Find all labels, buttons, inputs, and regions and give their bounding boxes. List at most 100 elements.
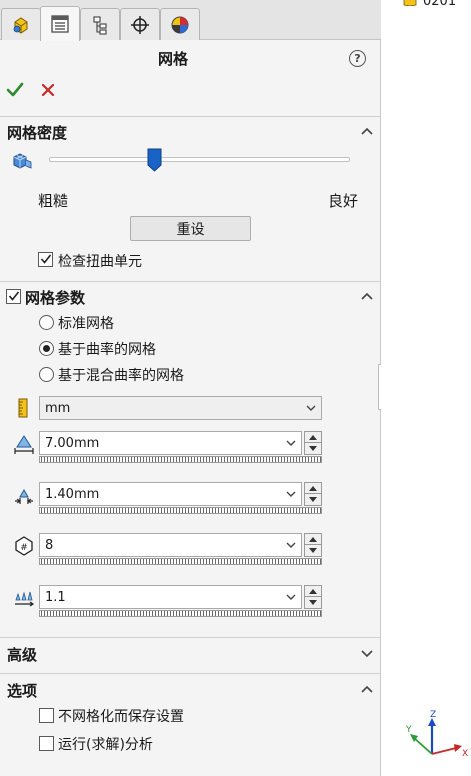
radio-standard-mesh[interactable] (39, 315, 54, 330)
mesh-property-manager: 网格 ? 网格密度 粗糙 良好 重设 检查扭曲单元 网格参数 标准网格 基于曲率… (0, 0, 381, 776)
growth-ratio-thumbwheel[interactable] (39, 610, 322, 617)
feature-manager-icon (13, 16, 28, 34)
min-element-size-icon (15, 488, 33, 504)
ok-check-icon[interactable] (6, 81, 24, 99)
chevron-down-icon (286, 440, 296, 446)
triad-y-label: Y (405, 725, 412, 735)
check-distorted-elements-label: 检查扭曲单元 (58, 254, 142, 270)
min-elements-circle-thumbwheel[interactable] (39, 558, 322, 565)
arrow-down-icon (309, 548, 317, 553)
radio-curvature-based-mesh[interactable] (39, 341, 54, 356)
min-element-size-value: 1.40mm (45, 486, 100, 502)
mesh-density-slider-thumb[interactable] (147, 148, 162, 172)
growth-ratio-value: 1.1 (45, 589, 66, 605)
chevron-down-icon[interactable] (360, 648, 374, 658)
arrow-up-icon (309, 588, 317, 594)
crosshair-icon (131, 15, 149, 34)
tab-feature-manager[interactable] (1, 8, 41, 40)
checkmark-icon (8, 291, 20, 301)
growth-ratio-input[interactable]: 1.1 (39, 585, 302, 609)
arrow-down-icon (309, 600, 317, 605)
panel-tab-strip (0, 0, 381, 41)
arrow-down-icon (309, 497, 317, 502)
min-element-size-thumbwheel[interactable] (39, 507, 322, 514)
ruler-icon (18, 398, 28, 418)
tab-dimxpert-manager[interactable] (120, 8, 160, 40)
arrow-up-icon (309, 536, 317, 542)
radio-blended-curvature-mesh[interactable] (39, 367, 54, 382)
reset-button[interactable]: 重设 (130, 216, 251, 241)
chevron-up-icon[interactable] (360, 291, 374, 301)
svg-text:#: # (20, 543, 28, 553)
spinner-down-button[interactable] (305, 494, 321, 505)
min-elements-circle-value: 8 (45, 537, 54, 553)
spinner-down-button[interactable] (305, 597, 321, 608)
help-icon[interactable]: ? (349, 50, 366, 67)
configuration-manager-icon (93, 15, 107, 35)
mesh-parameters-checkbox[interactable] (6, 289, 21, 304)
section-divider (0, 281, 381, 282)
feature-tree-item-label[interactable]: 0201 (423, 0, 456, 9)
unit-select[interactable]: mm (39, 396, 322, 420)
max-element-size-spinner[interactable] (304, 431, 322, 455)
section-title-mesh-parameters: 网格参数 (25, 289, 86, 307)
tab-configuration-manager[interactable] (80, 8, 120, 40)
spinner-up-button[interactable] (305, 483, 321, 494)
chevron-down-icon (286, 594, 296, 600)
page-title: 网格 (157, 50, 188, 68)
property-manager-icon (51, 15, 69, 33)
save-settings-without-meshing-label: 不网格化而保存设置 (58, 709, 184, 725)
min-elements-circle-input[interactable]: 8 (39, 533, 302, 557)
coordinate-triad-icon: Z Y X (405, 710, 468, 759)
section-divider (0, 673, 381, 674)
arrow-up-icon (309, 485, 317, 491)
display-manager-icon (171, 16, 189, 33)
save-settings-without-meshing-checkbox[interactable] (39, 708, 54, 723)
section-title-mesh-density: 网格密度 (7, 124, 68, 142)
tab-property-manager[interactable] (40, 6, 80, 41)
arrow-down-icon (309, 446, 317, 451)
growth-ratio-icon (15, 591, 35, 607)
unit-select-value: mm (45, 400, 71, 416)
spinner-up-button[interactable] (305, 586, 321, 597)
arrow-up-icon (309, 434, 317, 440)
chevron-up-icon[interactable] (360, 126, 374, 136)
max-element-size-value: 7.00mm (45, 435, 100, 451)
mesh-density-slider-track[interactable] (49, 157, 350, 162)
triad-z-label: Z (430, 710, 436, 720)
spinner-down-button[interactable] (305, 545, 321, 556)
radio-curvature-based-mesh-label: 基于曲率的网格 (58, 342, 156, 358)
spinner-up-button[interactable] (305, 534, 321, 545)
growth-ratio-spinner[interactable] (304, 585, 322, 609)
spinner-up-button[interactable] (305, 432, 321, 443)
checkmark-icon (40, 254, 52, 264)
mesh-density-icon (13, 153, 32, 169)
max-element-size-thumbwheel[interactable] (39, 456, 322, 463)
min-elements-circle-spinner[interactable] (304, 533, 322, 557)
graphics-area[interactable] (381, 0, 471, 776)
section-divider (0, 116, 381, 117)
run-analysis-label: 运行(求解)分析 (58, 737, 153, 753)
part-icon (403, 0, 417, 6)
triad-x-label: X (462, 749, 468, 759)
section-title-options[interactable]: 选项 (7, 680, 37, 701)
cancel-x-icon[interactable] (40, 82, 56, 98)
min-element-size-input[interactable]: 1.40mm (39, 482, 302, 506)
chevron-up-icon[interactable] (360, 684, 374, 694)
radio-blended-curvature-mesh-label: 基于混合曲率的网格 (58, 368, 184, 384)
check-distorted-elements-checkbox[interactable] (38, 252, 53, 267)
coarse-label: 粗糙 (38, 192, 69, 210)
section-title-advanced[interactable]: 高级 (7, 644, 37, 665)
radio-standard-mesh-label: 标准网格 (58, 316, 114, 332)
chevron-down-icon (286, 542, 296, 548)
tab-display-manager[interactable] (160, 8, 200, 40)
chevron-down-icon (286, 491, 296, 497)
run-analysis-checkbox[interactable] (39, 736, 54, 751)
min-element-size-spinner[interactable] (304, 482, 322, 506)
spinner-down-button[interactable] (305, 443, 321, 454)
max-element-size-icon (14, 435, 34, 454)
chevron-down-icon (306, 405, 316, 411)
max-element-size-input[interactable]: 7.00mm (39, 431, 302, 455)
min-elements-circle-icon: # (15, 536, 33, 556)
fine-label: 良好 (328, 192, 359, 210)
